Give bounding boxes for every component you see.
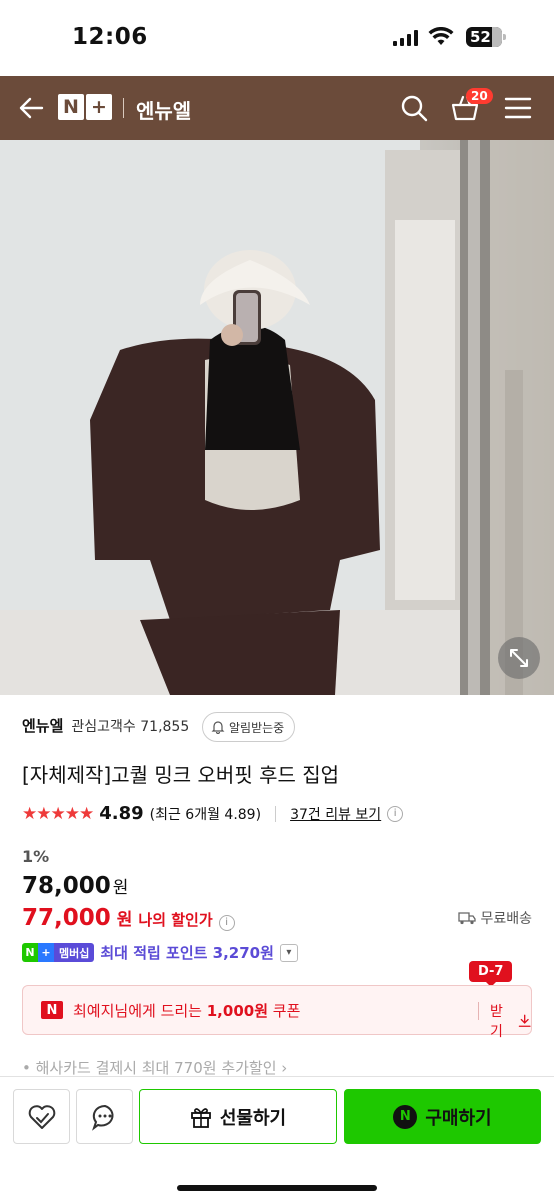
coupon-message: 최예지님에게 드리는 1,000원 쿠폰 bbox=[73, 1000, 300, 1021]
search-icon[interactable] bbox=[400, 94, 428, 126]
price-value: 78,000 bbox=[22, 873, 111, 899]
coupon-dday-badge: D-7 bbox=[469, 961, 513, 987]
coupon-msg-pre: 최예지님에게 드리는 bbox=[73, 1001, 207, 1020]
original-price: 78,000 원 bbox=[22, 873, 128, 899]
download-icon bbox=[518, 1014, 531, 1027]
seller-row: 엔뉴엘 관심고객수 71,855 bbox=[22, 715, 189, 736]
buy-button[interactable]: N 구매하기 bbox=[344, 1089, 541, 1144]
coupon-banner[interactable]: N 최예지님에게 드리는 1,000원 쿠폰 받기 bbox=[22, 985, 532, 1040]
max-points-text: 최대 적립 포인트 3,270원 bbox=[100, 944, 274, 962]
app-bar: N + 엔뉴엘 20 bbox=[0, 76, 554, 140]
logo-n: N bbox=[58, 94, 84, 120]
store-name[interactable]: 엔뉴엘 bbox=[136, 95, 191, 124]
wifi-icon bbox=[428, 26, 454, 51]
expand-image-button[interactable] bbox=[498, 637, 540, 679]
my-price-unit: 원 bbox=[116, 910, 133, 930]
truck-icon bbox=[458, 912, 477, 925]
product-image[interactable] bbox=[0, 140, 554, 695]
coupon-amount: 1,000원 bbox=[206, 1001, 268, 1020]
my-price-label: 나의 할인가 bbox=[138, 911, 213, 929]
gift-icon bbox=[190, 1107, 211, 1128]
alarm-label: 알림받는중 bbox=[229, 720, 285, 735]
cart-button[interactable]: 20 bbox=[450, 88, 493, 126]
info-icon[interactable]: i bbox=[387, 805, 404, 822]
hamburger-menu-icon[interactable] bbox=[504, 96, 532, 124]
membership-label: 멤버십 bbox=[54, 943, 95, 962]
membership-badge: N + 멤버십 bbox=[22, 943, 95, 962]
card-promo-text[interactable]: • 해사카드 결제시 최대 770원 추가할인 › bbox=[22, 1057, 287, 1078]
price-unit: 원 bbox=[112, 878, 129, 898]
divider bbox=[123, 98, 124, 118]
rating-stars-icon: ★★★★★ bbox=[22, 803, 94, 824]
info-icon[interactable]: i bbox=[218, 914, 235, 931]
fans-count: 관심고객수 71,855 bbox=[71, 718, 190, 735]
my-price-value: 77,000 bbox=[22, 905, 111, 931]
product-title: [자체제작]고퀄 밍크 오버핏 후드 집업 bbox=[22, 763, 340, 787]
divider bbox=[478, 1002, 479, 1020]
status-bar: 12:06 52 bbox=[0, 0, 554, 76]
bottom-action-bar: 선물하기 N 구매하기 bbox=[0, 1076, 554, 1200]
naver-n-icon: N bbox=[41, 1001, 63, 1019]
buy-label: 구매하기 bbox=[425, 1107, 492, 1129]
naver-n-icon: N bbox=[22, 943, 38, 962]
battery-icon: 52 bbox=[466, 27, 506, 47]
like-button[interactable] bbox=[13, 1089, 70, 1144]
status-time: 12:06 bbox=[72, 24, 148, 50]
alarm-toggle-button[interactable]: 알림받는중 bbox=[202, 712, 296, 742]
rating-row: ★★★★★ 4.89 (최근 6개월 4.89) 37건 리뷰 보기 i bbox=[22, 803, 404, 824]
coupon-get-button[interactable]: 받기 bbox=[490, 1001, 531, 1041]
battery-level: 52 bbox=[470, 28, 491, 46]
home-indicator bbox=[177, 1185, 377, 1191]
logo-plus: + bbox=[86, 94, 112, 120]
chevron-down-icon[interactable]: ▾ bbox=[279, 943, 298, 962]
shipping-label: 무료배송 bbox=[480, 911, 532, 927]
cart-count-badge: 20 bbox=[466, 88, 493, 104]
bell-icon bbox=[211, 721, 225, 734]
shipping-info: 무료배송 bbox=[458, 908, 532, 928]
heart-check-icon bbox=[28, 1104, 55, 1129]
naver-plus-logo[interactable]: N + bbox=[58, 94, 112, 120]
chat-button[interactable] bbox=[76, 1089, 133, 1144]
my-discount-price: 77,000 원 나의 할인가 i bbox=[22, 905, 235, 931]
rating-score: 4.89 bbox=[99, 803, 144, 824]
divider bbox=[275, 805, 277, 822]
plus-icon: + bbox=[38, 943, 54, 962]
gift-button[interactable]: 선물하기 bbox=[139, 1089, 337, 1144]
gift-label: 선물하기 bbox=[219, 1107, 287, 1129]
chat-bubble-icon bbox=[91, 1104, 114, 1131]
coupon-msg-post: 쿠폰 bbox=[268, 1001, 301, 1020]
signal-icon bbox=[393, 30, 418, 46]
expand-arrows-icon bbox=[510, 649, 528, 667]
discount-rate: 1% bbox=[22, 847, 50, 866]
points-row[interactable]: N + 멤버십 최대 적립 포인트 3,270원 ▾ bbox=[22, 942, 298, 963]
back-arrow-icon[interactable] bbox=[18, 96, 44, 124]
seller-name[interactable]: 엔뉴엘 bbox=[22, 715, 63, 736]
product-photo-illustration bbox=[0, 140, 554, 695]
naver-n-icon: N bbox=[393, 1104, 418, 1129]
recent-rating: (최근 6개월 4.89) bbox=[149, 806, 262, 823]
review-link[interactable]: 37건 리뷰 보기 bbox=[290, 804, 381, 824]
coupon-get-label: 받기 bbox=[490, 1004, 503, 1040]
